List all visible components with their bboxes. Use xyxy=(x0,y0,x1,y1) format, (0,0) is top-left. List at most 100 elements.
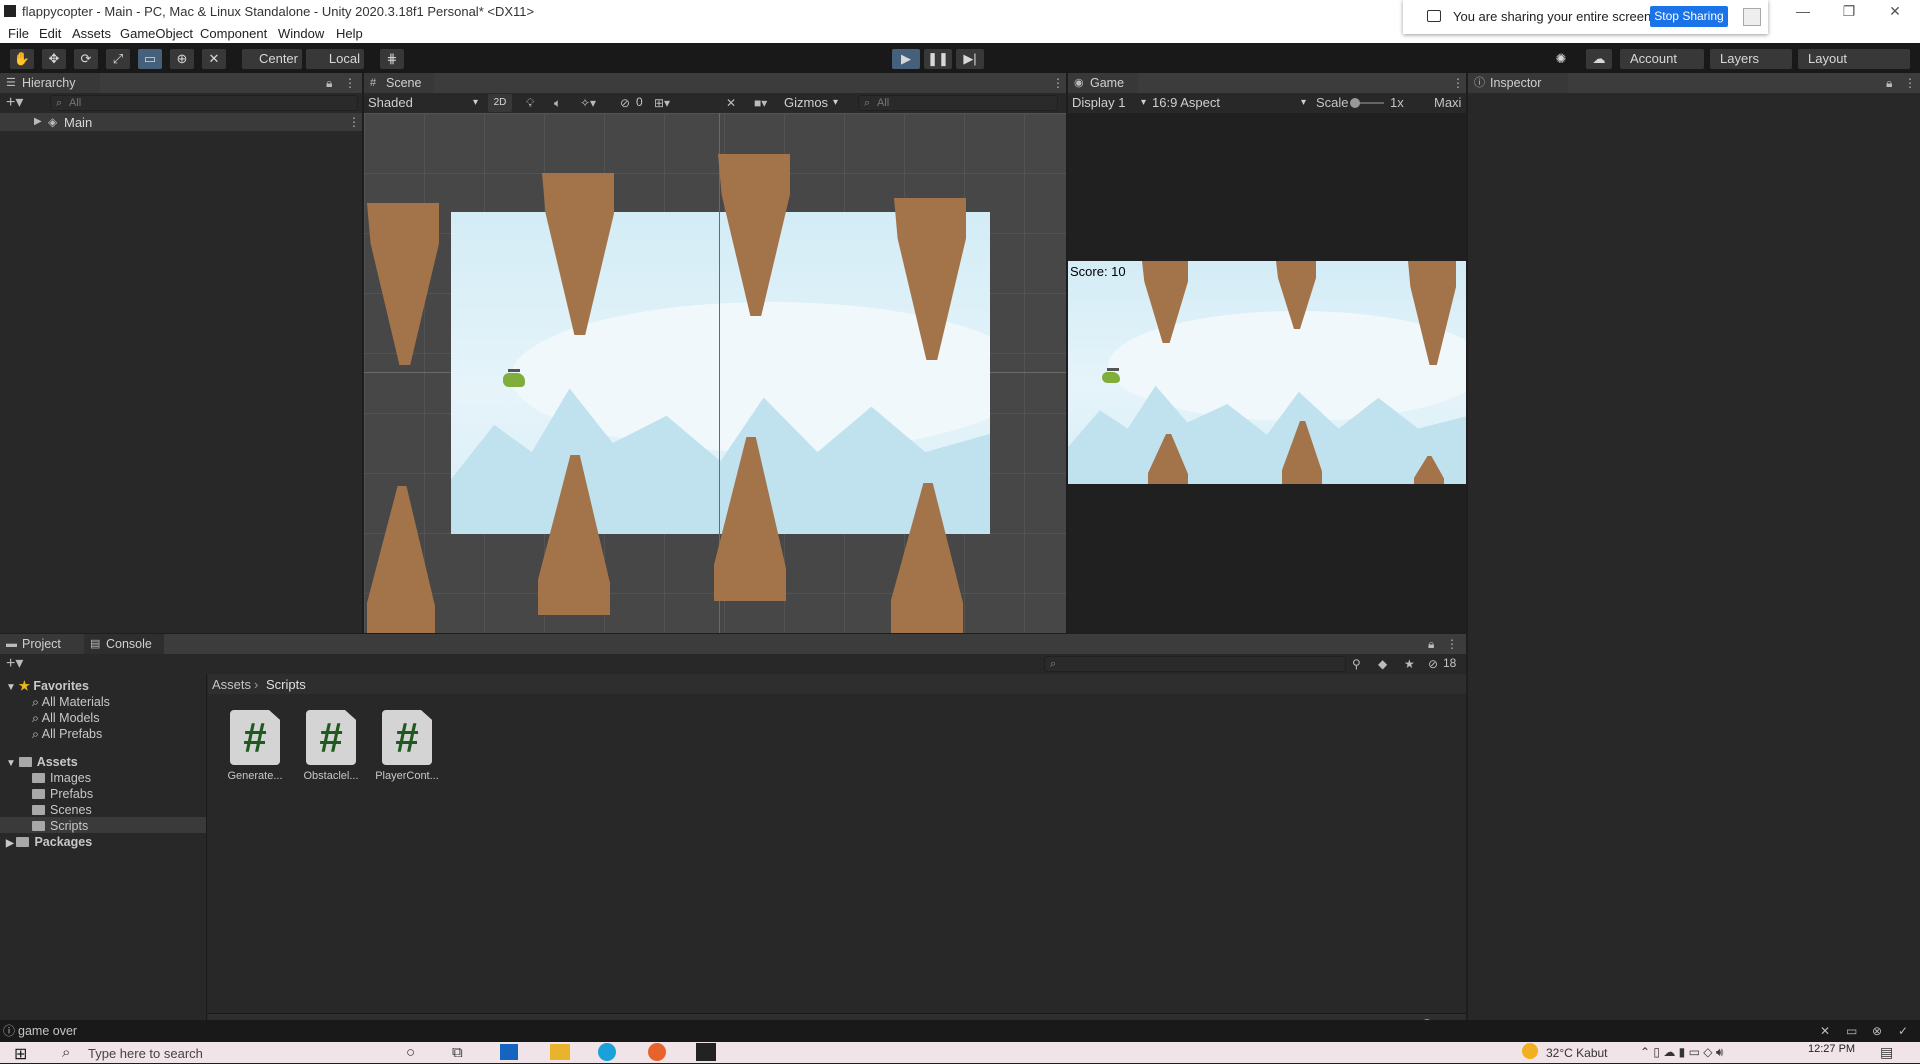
cache-status-icon[interactable]: ▭ xyxy=(1846,1024,1857,1038)
status-message[interactable]: game over xyxy=(18,1024,77,1038)
folder-images[interactable]: Images xyxy=(32,770,91,786)
game-render[interactable]: Score: 10 xyxy=(1068,261,1466,484)
collab-icon[interactable]: ✺ xyxy=(1548,49,1574,69)
pivot-local-toggle[interactable]: Local xyxy=(306,49,364,69)
cortana-icon[interactable]: ○ xyxy=(406,1044,415,1061)
windows-start-icon[interactable]: ⊞ xyxy=(14,1044,27,1064)
custom-tool-icon[interactable]: ✕ xyxy=(202,49,226,69)
menu-gameobject[interactable]: GameObject xyxy=(120,26,193,41)
system-tray-icons[interactable]: ⌃ ▯ ☁ ▮ ▭ ◇ 🔊︎ xyxy=(1640,1045,1723,1060)
expand-arrow-icon[interactable]: ▼ xyxy=(6,682,19,693)
hierarchy-search-input[interactable]: All xyxy=(50,95,358,111)
script-file-name[interactable]: PlayerCont... xyxy=(369,770,445,782)
expand-arrow-icon[interactable]: ▼ xyxy=(6,758,19,769)
scale-slider-handle[interactable] xyxy=(1350,98,1360,108)
rotate-tool-icon[interactable]: ⟳ xyxy=(74,49,98,69)
weather-text[interactable]: 32°C Kabut xyxy=(1546,1046,1608,1060)
tab-project[interactable]: ▬ Project xyxy=(0,634,84,654)
breadcrumb-scripts[interactable]: Scripts xyxy=(266,677,306,692)
folder-prefabs[interactable]: Prefabs xyxy=(32,786,93,802)
search-icon[interactable]: ⌕ xyxy=(62,1044,70,1061)
script-file-name[interactable]: Obstaclel... xyxy=(293,770,369,782)
pause-button[interactable]: ❚❚ xyxy=(924,49,952,69)
hidden-objects-icon[interactable]: ⊘ xyxy=(620,96,630,110)
scene-menu-icon[interactable]: ⋮ xyxy=(1052,76,1064,90)
layers-dropdown[interactable]: Layers xyxy=(1710,49,1792,69)
scene-row[interactable]: ▶ ◈ Main ⋮ xyxy=(0,113,362,131)
expand-arrow-icon[interactable]: ▶ xyxy=(34,115,42,129)
obstacle-top[interactable] xyxy=(367,203,439,365)
create-add-icon[interactable]: +▾ xyxy=(6,656,23,672)
rect-tool-icon[interactable]: ▭ xyxy=(138,49,162,69)
menu-help[interactable]: Help xyxy=(336,26,363,41)
panel-menu-icon[interactable]: ⋮ xyxy=(1446,637,1458,651)
display-dropdown[interactable]: Display 1 xyxy=(1072,93,1148,113)
game-menu-icon[interactable]: ⋮ xyxy=(1452,76,1464,90)
scene-viewport[interactable] xyxy=(364,113,1066,633)
tools-icon[interactable]: ✕ xyxy=(726,96,736,110)
tab-console[interactable]: ▤ Console xyxy=(84,634,164,654)
menu-assets[interactable]: Assets xyxy=(72,26,111,41)
player-copter-sprite[interactable] xyxy=(503,369,525,387)
restore-icon[interactable]: ❐ xyxy=(1826,0,1872,24)
scene-menu-icon[interactable]: ⋮ xyxy=(348,115,360,129)
grid-snap-icon[interactable]: ⋕ xyxy=(380,49,404,69)
script-file-icon[interactable]: # xyxy=(306,710,356,765)
gizmos-dropdown[interactable]: Gizmos xyxy=(784,93,840,113)
tab-hierarchy[interactable]: ☰ Hierarchy xyxy=(0,73,100,93)
clock-time[interactable]: 12:27 PM xyxy=(1808,1043,1855,1055)
tab-scene[interactable]: # Scene xyxy=(364,73,434,93)
packages-node[interactable]: ▶ Packages xyxy=(6,834,92,852)
effects-icon[interactable]: ✧▾ xyxy=(580,96,596,110)
grid-snap-icon[interactable]: ⊞▾ xyxy=(654,96,670,110)
firefox-icon[interactable] xyxy=(648,1043,666,1061)
collab-status-icon[interactable]: ✕ xyxy=(1820,1024,1830,1038)
layout-dropdown[interactable]: Layout xyxy=(1798,49,1910,69)
favorite-all-materials[interactable]: ⌕ All Materials xyxy=(32,694,110,710)
script-file-icon[interactable]: # xyxy=(382,710,432,765)
unity-taskbar-icon[interactable] xyxy=(696,1043,716,1061)
favorite-star-icon[interactable]: ★ xyxy=(1404,657,1415,671)
maximize-on-play-toggle[interactable]: Maxi xyxy=(1434,95,1466,110)
play-button[interactable]: ▶ xyxy=(892,49,920,69)
toggle-2d-button[interactable]: 2D xyxy=(488,94,512,112)
create-add-icon[interactable]: +▾ xyxy=(6,95,23,111)
pivot-center-toggle[interactable]: Center xyxy=(242,49,302,69)
game-viewport[interactable]: Score: 10 xyxy=(1068,113,1466,633)
lighting-icon[interactable]: 💡︎ xyxy=(526,96,534,110)
menu-window[interactable]: Window xyxy=(278,26,324,41)
scale-tool-icon[interactable]: ⤢ xyxy=(106,49,130,69)
stop-sharing-button[interactable]: Stop Sharing xyxy=(1650,6,1728,27)
folder-scripts[interactable]: Scripts xyxy=(32,818,88,834)
notifications-icon[interactable]: ▤ xyxy=(1880,1044,1893,1061)
panel-menu-icon[interactable]: ⋮ xyxy=(344,76,356,90)
tab-inspector[interactable]: ⓘ Inspector xyxy=(1468,73,1568,93)
hidden-packages-icon[interactable]: ⊘ xyxy=(1428,657,1438,671)
progress-status-icon[interactable]: ✓ xyxy=(1898,1024,1908,1038)
camera-icon[interactable]: ■▾ xyxy=(754,96,767,110)
obstacle-bottom[interactable] xyxy=(367,486,435,633)
script-file-icon[interactable]: # xyxy=(230,710,280,765)
menu-component[interactable]: Component xyxy=(200,26,267,41)
search-by-label-icon[interactable]: ◆ xyxy=(1378,657,1387,671)
account-dropdown[interactable]: Account xyxy=(1620,49,1704,69)
search-by-type-icon[interactable]: ⚲ xyxy=(1352,657,1361,671)
menu-edit[interactable]: Edit xyxy=(39,26,61,41)
breadcrumb-assets[interactable]: Assets xyxy=(212,677,251,692)
lock-icon[interactable]: 🔒︎ xyxy=(1428,637,1434,651)
hide-banner-button[interactable] xyxy=(1743,8,1761,26)
aspect-dropdown[interactable]: 16:9 Aspect xyxy=(1152,93,1308,113)
favorite-all-models[interactable]: ⌕ All Models xyxy=(32,710,99,726)
audio-icon[interactable]: 🔈︎ xyxy=(554,96,561,110)
folder-scenes[interactable]: Scenes xyxy=(32,802,92,818)
mail-app-icon[interactable] xyxy=(500,1044,518,1060)
file-explorer-icon[interactable] xyxy=(550,1044,570,1060)
lock-icon[interactable]: 🔒︎ xyxy=(1886,76,1892,90)
edge-browser-icon[interactable] xyxy=(598,1043,616,1061)
menu-file[interactable]: File xyxy=(8,26,29,41)
debug-mode-icon[interactable]: ⊗ xyxy=(1872,1024,1882,1038)
move-tool-icon[interactable]: ✥ xyxy=(42,49,66,69)
cloud-icon[interactable]: ☁ xyxy=(1586,49,1612,69)
close-icon[interactable]: ✕ xyxy=(1872,0,1918,24)
scale-slider[interactable] xyxy=(1350,98,1384,108)
